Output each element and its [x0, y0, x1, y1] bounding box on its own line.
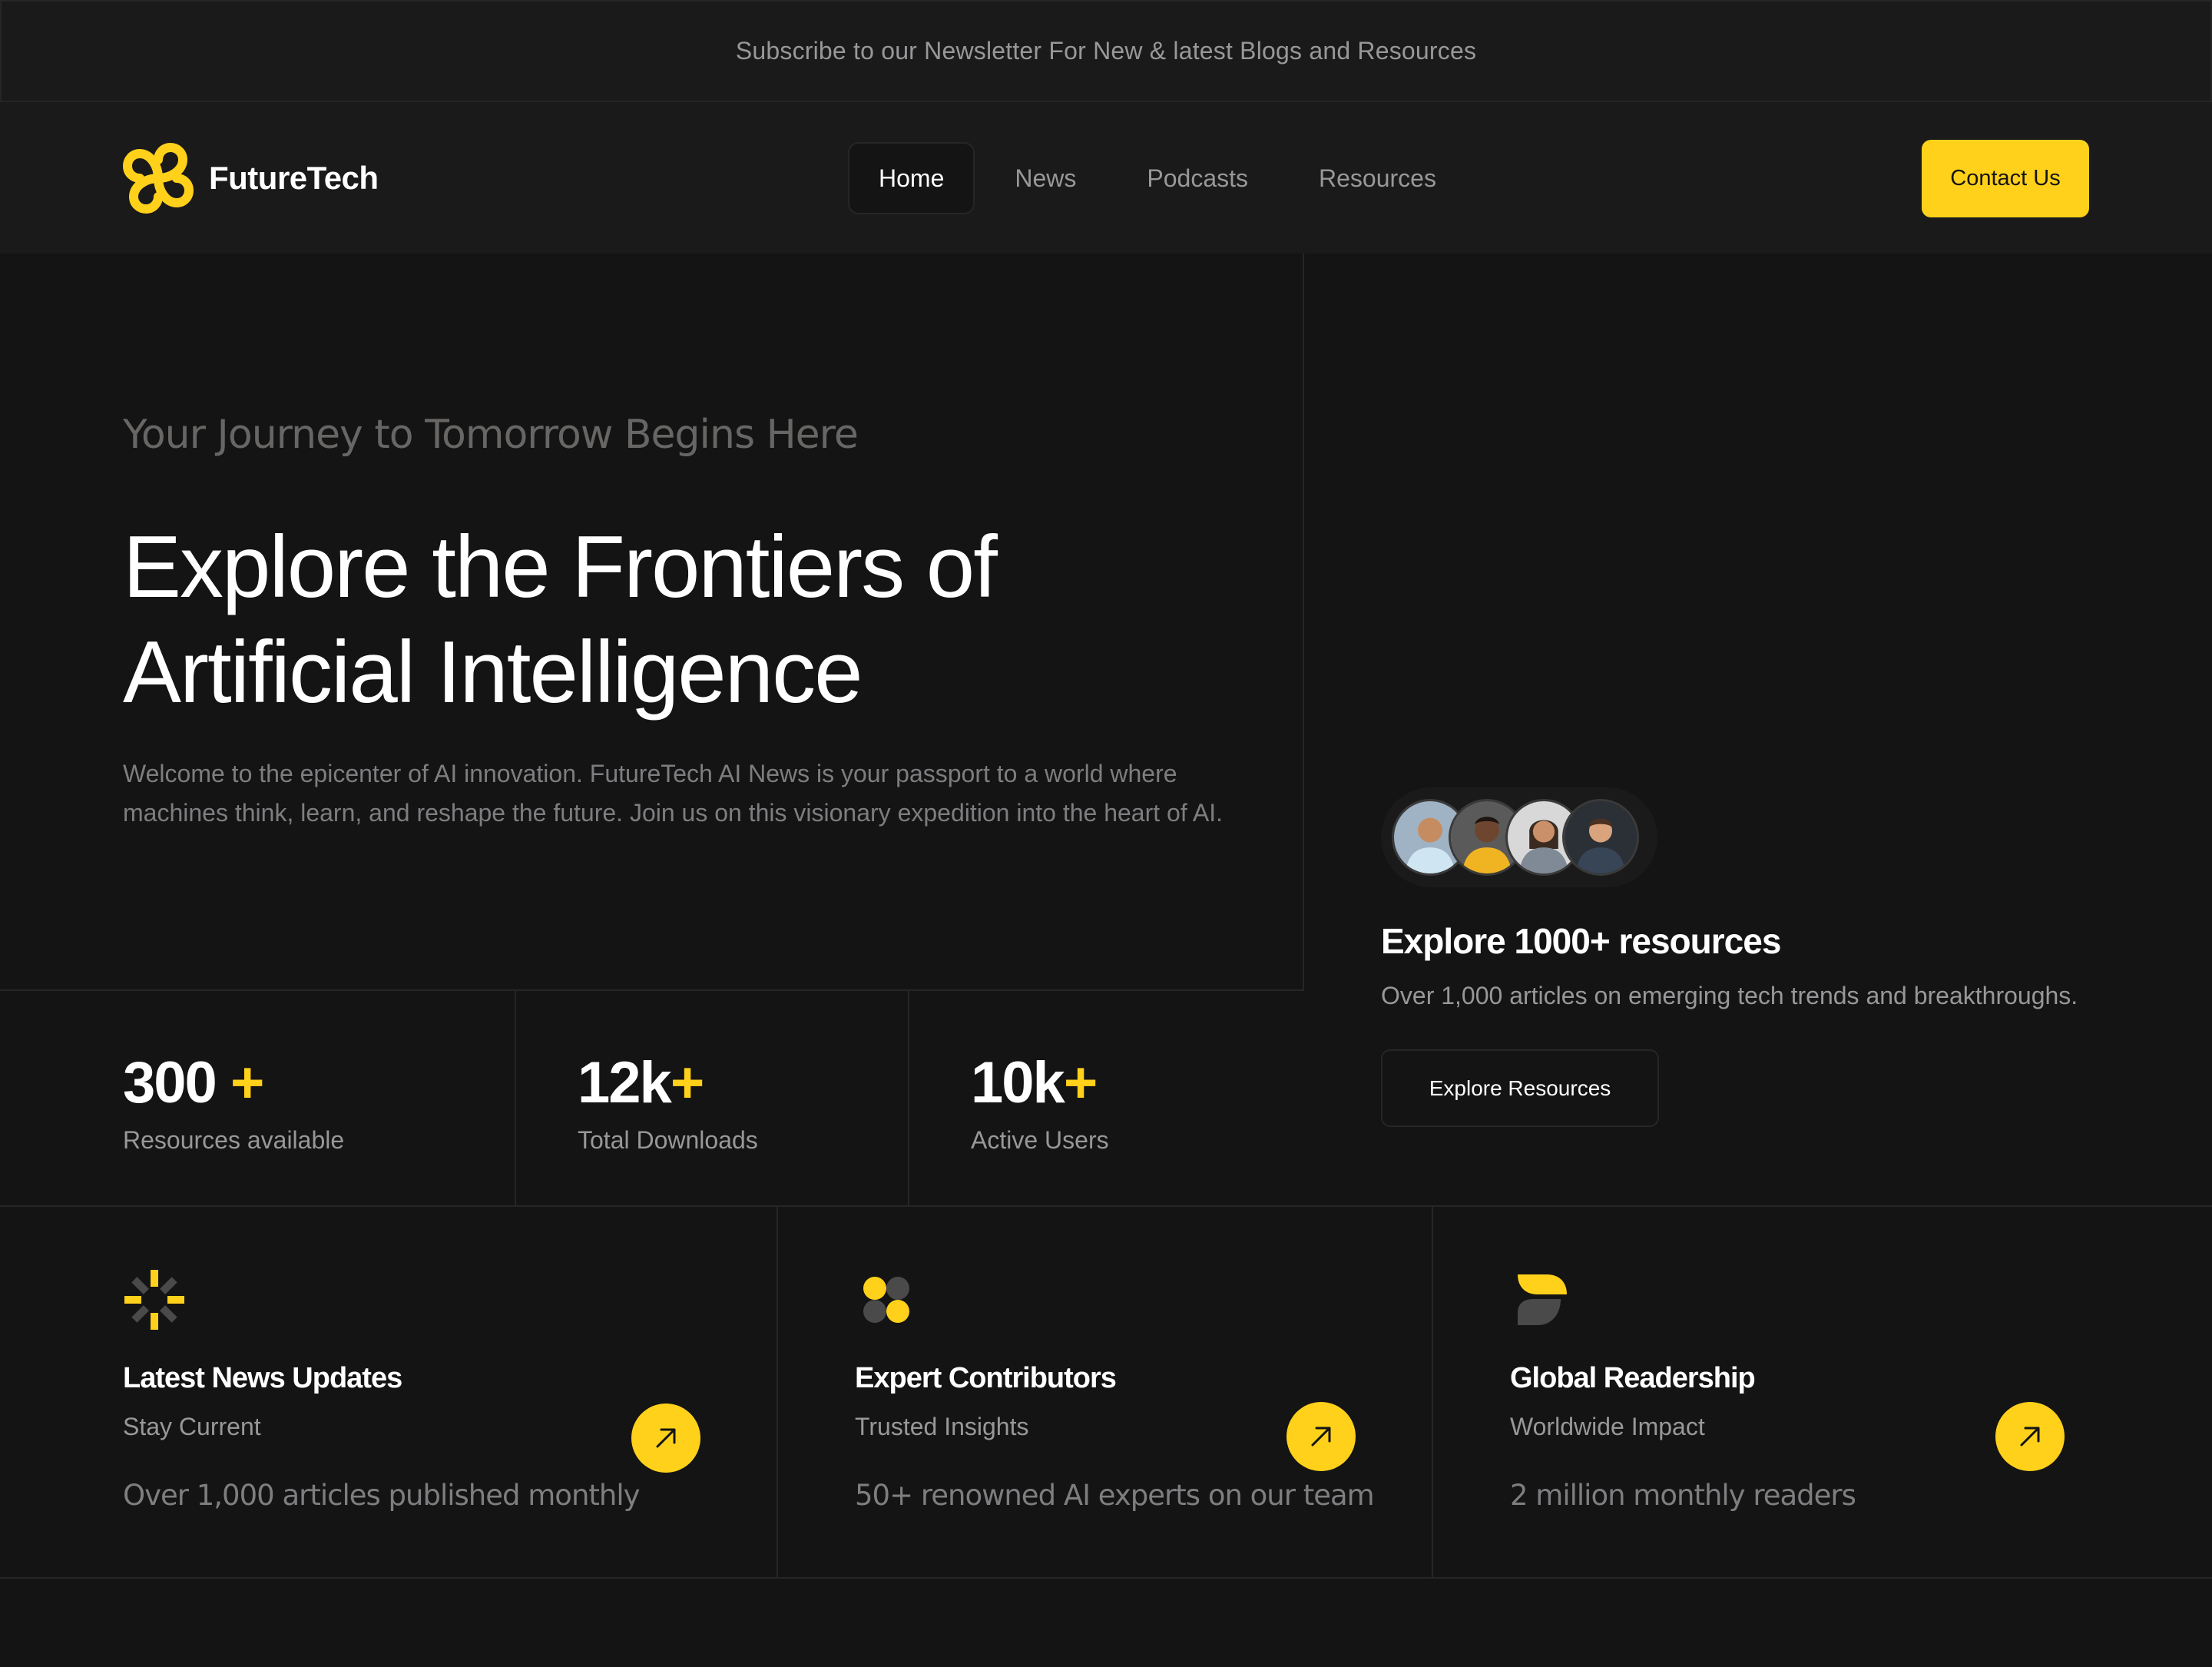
main-nav: Home News Podcasts Resources — [848, 142, 1467, 214]
site-header: FutureTech Home News Podcasts Resources … — [0, 102, 2212, 254]
feature-subtitle: Stay Current — [123, 1413, 261, 1440]
circles-icon — [863, 1277, 909, 1323]
hero-section: Your Journey to Tomorrow Begins Here Exp… — [0, 254, 1304, 989]
nav-item-podcasts[interactable]: Podcasts — [1116, 142, 1279, 214]
stat-number: 12k — [578, 1050, 672, 1115]
newsletter-banner-text[interactable]: Subscribe to our Newsletter For New & la… — [736, 37, 1476, 65]
nav-item-home[interactable]: Home — [848, 142, 975, 214]
nav-item-news[interactable]: News — [984, 142, 1107, 214]
leaf-icon — [1518, 1274, 1567, 1325]
feature-title: Latest News Updates — [123, 1362, 402, 1394]
stat-value: 12k+ — [578, 1049, 704, 1116]
brand-logo[interactable]: FutureTech — [123, 143, 379, 214]
feature-subtitle: Trusted Insights — [855, 1413, 1029, 1440]
avatar — [1562, 799, 1639, 876]
stat-label: Active Users — [971, 1126, 1109, 1154]
resources-description: Over 1,000 articles on emerging tech tre… — [1381, 982, 2078, 1009]
resources-panel: Explore 1000+ resources Over 1,000 artic… — [1304, 254, 2212, 1205]
avatar-group — [1381, 787, 1657, 887]
stat-plus: + — [230, 1050, 264, 1115]
feature-title: Expert Contributors — [855, 1362, 1117, 1394]
features-row: Latest News Updates Stay Current Over 1,… — [0, 1205, 2212, 1579]
futuretech-logo-icon — [123, 143, 194, 214]
feature-subtitle: Worldwide Impact — [1510, 1413, 1705, 1440]
feature-card-contributors: Expert Contributors Trusted Insights 50+… — [778, 1207, 1433, 1577]
arrow-up-right-button[interactable] — [631, 1404, 700, 1473]
nav-item-resources[interactable]: Resources — [1288, 142, 1467, 214]
brand-name: FutureTech — [209, 160, 379, 196]
arrow-up-right-icon — [2020, 1427, 2040, 1447]
feature-description: 50+ renowned AI experts on our team — [855, 1479, 1375, 1512]
feature-card-readership: Global Readership Worldwide Impact 2 mil… — [1433, 1207, 2212, 1577]
hero-subtitle: Your Journey to Tomorrow Begins Here — [123, 412, 859, 458]
hero-title: Explore the Frontiers of Artificial Inte… — [123, 515, 1275, 725]
feature-description: Over 1,000 articles published monthly — [123, 1479, 641, 1512]
stat-number: 300 — [123, 1050, 217, 1115]
feature-card-news: Latest News Updates Stay Current Over 1,… — [0, 1207, 778, 1577]
stats-row: 300 + Resources available 12k+ Total Dow… — [0, 989, 1304, 1205]
hero-description: Welcome to the epicenter of AI innovatio… — [123, 760, 1223, 827]
stat-downloads: 12k+ Total Downloads — [516, 991, 909, 1205]
feature-title: Global Readership — [1510, 1362, 1756, 1394]
sparkle-icon — [124, 1270, 184, 1330]
stat-plus: + — [670, 1050, 704, 1115]
stat-number: 10k — [971, 1050, 1065, 1115]
resources-title: Explore 1000+ resources — [1381, 921, 1781, 961]
stat-label: Resources available — [123, 1126, 345, 1154]
newsletter-banner[interactable]: Subscribe to our Newsletter For New & la… — [0, 0, 2212, 102]
stat-value: 10k+ — [971, 1049, 1098, 1116]
arrow-up-right-icon — [1311, 1427, 1331, 1447]
arrow-up-right-button[interactable] — [1286, 1402, 1356, 1471]
contact-us-button[interactable]: Contact Us — [1922, 140, 2089, 217]
explore-resources-button[interactable]: Explore Resources — [1381, 1049, 1659, 1127]
stat-plus: + — [1063, 1050, 1098, 1115]
stat-resources: 300 + Resources available — [0, 991, 516, 1205]
stat-label: Total Downloads — [578, 1126, 758, 1154]
stat-value: 300 + — [123, 1049, 264, 1116]
hero-title-line-2: Artificial Intelligence — [123, 624, 863, 721]
stat-users: 10k+ Active Users — [909, 991, 1304, 1205]
feature-description: 2 million monthly readers — [1510, 1479, 1856, 1512]
arrow-up-right-button[interactable] — [1995, 1402, 2065, 1471]
hero-title-line-1: Explore the Frontiers of — [123, 519, 998, 616]
arrow-up-right-icon — [656, 1428, 676, 1448]
